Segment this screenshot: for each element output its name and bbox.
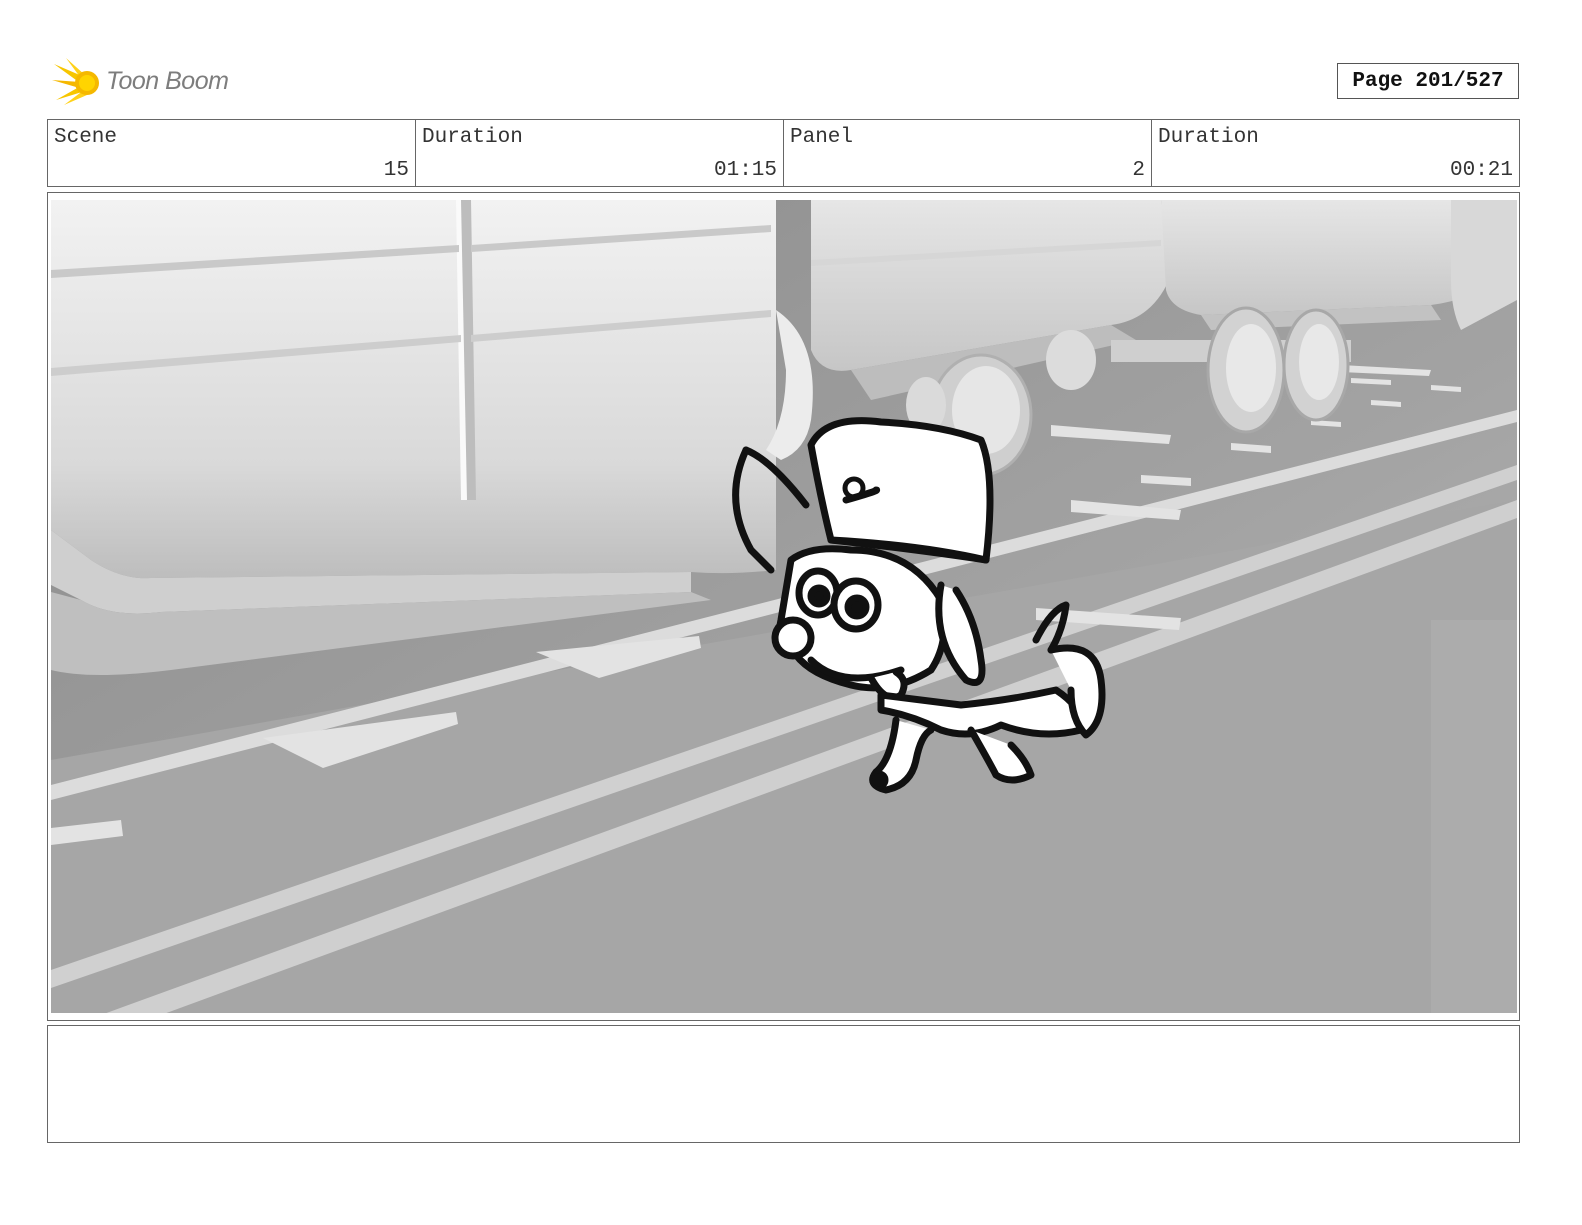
panel-duration-value: 00:21 <box>1449 159 1513 182</box>
toon-boom-burst-icon <box>52 58 99 105</box>
scene-duration-value: 01:15 <box>713 159 777 182</box>
scene-duration-cell: Duration 01:15 <box>416 120 784 186</box>
scene-label: Scene <box>54 126 118 149</box>
scene-value: 15 <box>383 159 409 182</box>
storyboard-panel-image <box>51 200 1517 1013</box>
panel-duration-label: Duration <box>1158 126 1259 149</box>
panel-duration-cell: Duration 00:21 <box>1152 120 1519 186</box>
panel-value: 2 <box>1132 159 1145 182</box>
panel-label: Panel <box>790 126 854 149</box>
logo-wordmark: Toon Boom <box>106 66 229 95</box>
caption-box <box>47 1025 1520 1143</box>
scene-cell: Scene 15 <box>48 120 416 186</box>
scene-duration-label: Duration <box>422 126 523 149</box>
panel-info-table: Scene 15 Duration 01:15 Panel 2 Duration… <box>47 119 1520 187</box>
toon-boom-logo: Toon Boom <box>52 56 229 106</box>
panel-cell: Panel 2 <box>784 120 1152 186</box>
page-number: Page 201/527 <box>1337 63 1519 99</box>
